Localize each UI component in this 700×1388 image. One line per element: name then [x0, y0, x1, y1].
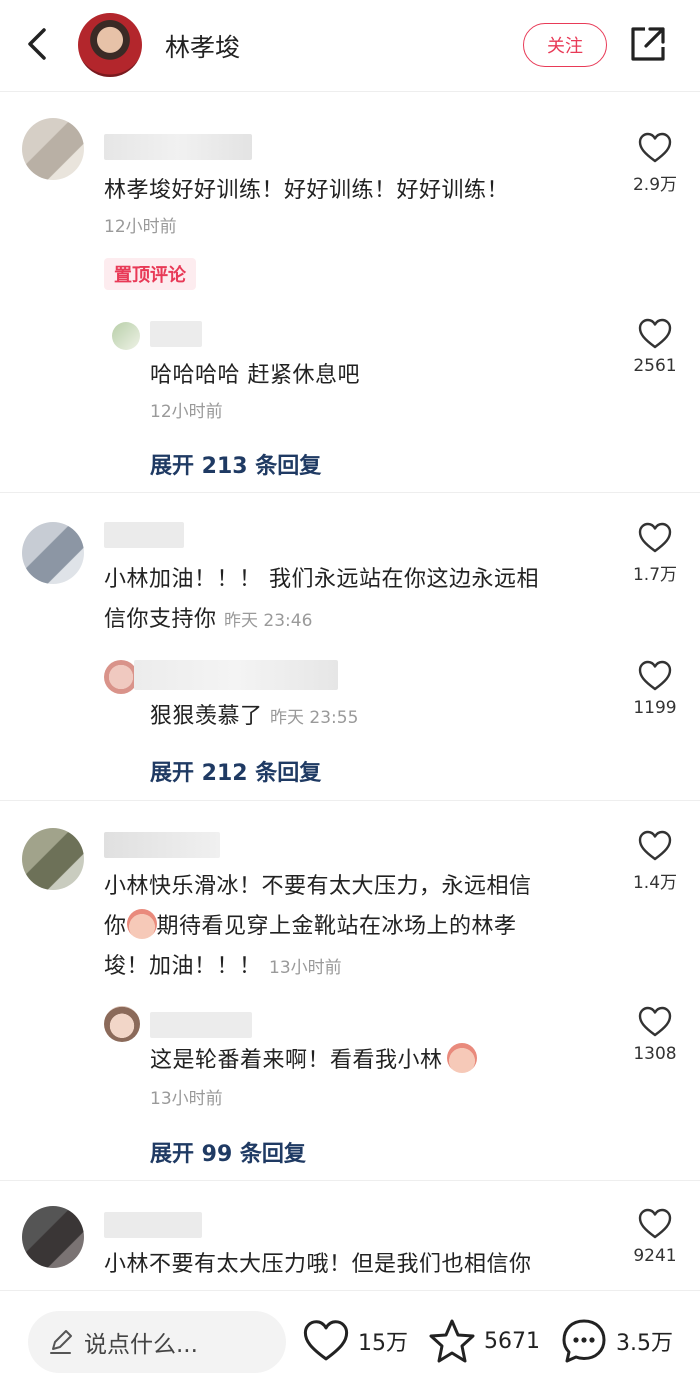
expand-replies-link[interactable]: 展开 213 条回复 [150, 448, 321, 480]
post-like-count: 15万 [358, 1331, 408, 1356]
comment-like-button[interactable]: 2.9万 [620, 132, 690, 195]
comment-item: 林孝埈好好训练！好好训练！好好训练！ 12小时前 2.9万 置顶评论 哈哈哈哈 … [0, 0, 700, 492]
peach-emoji-icon [126, 909, 157, 939]
reply-time: 昨天 23:55 [270, 708, 359, 728]
divider [0, 492, 700, 493]
reply-like-button[interactable]: 2561 [620, 318, 690, 376]
star-icon [429, 1319, 475, 1363]
peach-emoji-icon [446, 1043, 477, 1073]
commenter-name-blurred[interactable] [104, 522, 184, 548]
comment-input[interactable]: 说点什么... [28, 1311, 286, 1373]
comment-text-part: 期待看见穿上金靴站在冰场上的林孝 [156, 914, 517, 939]
reply-name-blurred[interactable] [134, 660, 338, 690]
like-count: 2.9万 [632, 175, 678, 195]
comment-like-button[interactable]: 9241 [620, 1208, 690, 1266]
comment-time: 昨天 23:46 [224, 611, 313, 631]
heart-icon [638, 522, 672, 553]
reply-avatar[interactable] [104, 1006, 140, 1042]
bottom-action-bar: 说点什么... 15万 5671 3.5万 [0, 1290, 700, 1388]
comment-text-line-2: 你 期待看见穿上金靴站在冰场上的林孝 [104, 908, 517, 946]
comment-text-line-1: 小林快乐滑冰！不要有太大压力，永远相信 [104, 874, 532, 899]
reply-like-button[interactable]: 1308 [620, 1006, 690, 1064]
like-count: 9241 [633, 1246, 677, 1266]
comment-time: 12小时前 [104, 217, 177, 237]
expand-replies-link[interactable]: 展开 99 条回复 [150, 1136, 306, 1168]
like-count: 1.7万 [632, 565, 678, 585]
reply-text: 这是轮番着来啊！看看我小林 [150, 1048, 443, 1073]
like-count: 1.4万 [632, 873, 678, 893]
comment-count: 3.5万 [616, 1331, 673, 1356]
like-post-button[interactable]: 15万 [302, 1313, 408, 1369]
commenter-name-blurred[interactable] [104, 134, 252, 160]
commenter-avatar[interactable] [22, 522, 84, 584]
pinned-badge: 置顶评论 [104, 258, 196, 290]
comment-time: 13小时前 [269, 958, 342, 978]
comment-text-part: 埈！加油！！！ [104, 954, 262, 979]
comment-text-line-2: 信你支持你 昨天 23:46 [104, 601, 312, 640]
commenter-name-blurred[interactable] [104, 832, 220, 858]
comment-text-line-3: 埈！加油！！！ 13小时前 [104, 948, 342, 987]
heart-icon [638, 660, 672, 691]
heart-icon [638, 830, 672, 861]
comment-input-placeholder: 说点什么... [84, 1332, 198, 1358]
reply-like-button[interactable]: 1199 [620, 660, 690, 718]
heart-icon [303, 1320, 349, 1361]
reply-avatar[interactable] [112, 322, 140, 350]
like-count: 1199 [633, 698, 677, 718]
comment-text-line-1: 小林加油！！！ 我们永远站在你这边永远相 [104, 567, 539, 592]
reply-name-blurred[interactable] [150, 1012, 252, 1038]
like-count: 1308 [633, 1044, 677, 1064]
reply-text: 哈哈哈哈 赶紧休息吧 [150, 363, 360, 388]
like-count: 2561 [633, 356, 677, 376]
commenter-avatar[interactable] [22, 1206, 84, 1268]
comment-text: 林孝埈好好训练！好好训练！好好训练！ [104, 178, 510, 203]
reply-text-line: 狠狠羡慕了 昨天 23:55 [150, 698, 358, 737]
reply-text: 狠狠羡慕了 [150, 704, 263, 729]
reply-time: 13小时前 [150, 1089, 223, 1109]
commenter-avatar[interactable] [22, 828, 84, 890]
divider [0, 800, 700, 801]
pen-icon [50, 1330, 72, 1354]
reply-text-line: 这是轮番着来啊！看看我小林 [150, 1042, 477, 1080]
comment-text-part: 你 [104, 914, 127, 939]
divider [0, 1180, 700, 1181]
comment-bubble-icon [562, 1319, 606, 1363]
commenter-avatar[interactable] [22, 118, 84, 180]
comment-text-continued: 信你支持你 [104, 607, 217, 632]
reply-avatar[interactable] [104, 660, 138, 694]
heart-icon [638, 132, 672, 163]
comments-button[interactable]: 3.5万 [560, 1313, 673, 1369]
expand-replies-link[interactable]: 展开 212 条回复 [150, 755, 321, 787]
reply-time: 12小时前 [150, 402, 223, 422]
heart-icon [638, 1006, 672, 1037]
comment-like-button[interactable]: 1.4万 [620, 830, 690, 893]
heart-icon [638, 318, 672, 349]
reply-name-blurred[interactable] [150, 321, 202, 347]
comment-text: 小林不要有太大压力哦！但是我们也相信你 [104, 1252, 532, 1277]
favorite-button[interactable]: 5671 [428, 1313, 540, 1369]
heart-icon [638, 1208, 672, 1239]
favorite-count: 5671 [484, 1328, 540, 1354]
comment-like-button[interactable]: 1.7万 [620, 522, 690, 585]
commenter-name-blurred[interactable] [104, 1212, 202, 1238]
